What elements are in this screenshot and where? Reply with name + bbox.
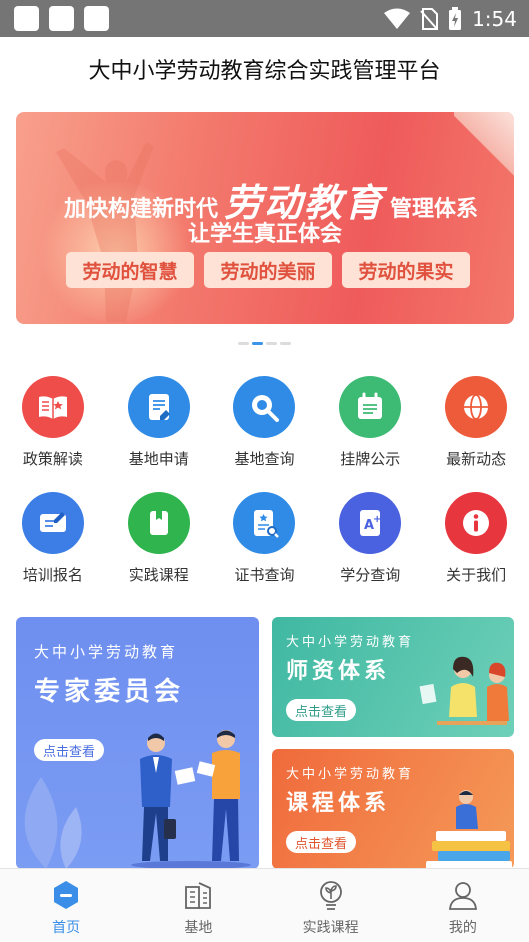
business-people-illustration — [131, 730, 251, 869]
carousel-dot[interactable] — [280, 342, 291, 345]
no-sim-icon — [420, 7, 439, 30]
grid-item-label: 实践课程 — [128, 566, 189, 584]
card-subtitle: 大中小学劳动教育 — [286, 635, 415, 650]
carousel-dot[interactable] — [266, 342, 277, 345]
nav-item-mine[interactable]: 我的 — [397, 869, 529, 942]
notice-board-icon — [339, 376, 402, 438]
home-icon — [54, 881, 79, 909]
grid-item-label: 基地查询 — [234, 450, 295, 468]
teacher-system-card[interactable]: 大中小学劳动教育 师资体系 点击查看 — [272, 617, 514, 737]
view-button[interactable]: 点击查看 — [286, 831, 357, 853]
card-title: 师资体系 — [286, 658, 391, 684]
grid-item-about[interactable]: 关于我们 — [423, 490, 529, 606]
feature-grid: 政策解读 基地申请 基地查询 挂牌公示 最新动态 培训报名 实践课程 证书查询 … — [0, 374, 529, 606]
carousel-dot-active[interactable] — [252, 342, 263, 345]
certificate-icon — [233, 492, 296, 554]
nav-item-home[interactable]: 首页 — [0, 869, 132, 942]
notification-icon — [84, 6, 109, 31]
expert-committee-card[interactable]: 大中小学劳动教育 专家委员会 点击查看 — [16, 617, 259, 869]
grid-item-label: 政策解读 — [22, 450, 83, 468]
grid-item-label: 证书查询 — [234, 566, 295, 584]
grid-item-label: 学分查询 — [340, 566, 401, 584]
course-system-card[interactable]: 大中小学劳动教育 课程体系 点击查看 — [272, 749, 514, 869]
grade-icon: A + — [339, 492, 402, 554]
card-title: 课程体系 — [286, 790, 391, 816]
document-edit-icon — [127, 376, 190, 438]
carousel-indicator — [0, 342, 529, 345]
grid-item-base-query[interactable]: 基地查询 — [212, 374, 318, 490]
carousel-dot[interactable] — [238, 342, 249, 345]
card-subtitle: 大中小学劳动教育 — [34, 643, 179, 661]
nav-item-courses[interactable]: 实践课程 — [265, 869, 397, 942]
grid-item-credits[interactable]: A + 学分查询 — [317, 490, 423, 606]
books-illustration — [426, 790, 512, 869]
grid-item-label: 最新动态 — [446, 450, 507, 468]
grid-item-course[interactable]: 实践课程 — [106, 490, 212, 606]
grid-item-policy[interactable]: 政策解读 — [0, 374, 106, 490]
grid-item-base-apply[interactable]: 基地申请 — [106, 374, 212, 490]
search-icon — [233, 376, 296, 438]
globe-icon — [445, 376, 508, 438]
status-bar: 1:54 — [0, 0, 529, 37]
banner-tag: 劳动的美丽 — [204, 252, 332, 288]
card-title: 专家委员会 — [34, 677, 185, 707]
svg-text:+: + — [373, 514, 381, 525]
grid-item-label: 培训报名 — [22, 566, 83, 584]
nav-label: 首页 — [52, 920, 81, 936]
nav-label: 基地 — [184, 920, 213, 936]
grid-item-label: 挂牌公示 — [340, 450, 401, 468]
grid-item-label: 基地申请 — [128, 450, 189, 468]
signup-icon — [21, 492, 84, 554]
page-title: 大中小学劳动教育综合实践管理平台 — [88, 58, 441, 84]
nav-label: 我的 — [448, 920, 477, 936]
banner-carousel[interactable]: 加快构建新时代 劳动教育 管理体系 让学生真正体会 劳动的智慧 劳动的美丽 劳动的果… — [16, 112, 514, 324]
feature-grid-row: 政策解读 基地申请 基地查询 挂牌公示 最新动态 — [0, 374, 529, 490]
feature-grid-row: 培训报名 实践课程 证书查询 A + 学分查询 关于我们 — [0, 490, 529, 606]
banner-tags: 劳动的智慧 劳动的美丽 劳动的果实 — [66, 252, 470, 288]
grid-item-certificate[interactable]: 证书查询 — [212, 490, 318, 606]
banner-tag: 劳动的果实 — [342, 252, 470, 288]
profile-icon — [448, 882, 477, 910]
nav-label: 实践课程 — [302, 920, 359, 936]
notification-icon — [14, 6, 39, 31]
leaf-decoration — [24, 777, 82, 869]
nav-item-base[interactable]: 基地 — [132, 869, 264, 942]
battery-charging-icon — [449, 6, 462, 30]
grid-item-label: 关于我们 — [446, 566, 507, 584]
grid-item-notice[interactable]: 挂牌公示 — [317, 374, 423, 490]
grid-item-news[interactable]: 最新动态 — [423, 374, 529, 490]
banner-subheadline: 让学生真正体会 — [187, 221, 342, 247]
view-button[interactable]: 点击查看 — [34, 739, 105, 761]
wifi-icon — [384, 8, 411, 29]
grid-item-training[interactable]: 培训报名 — [0, 490, 106, 606]
sprout-icon — [319, 881, 342, 910]
book-icon — [21, 376, 84, 438]
building-icon — [185, 882, 212, 909]
banner-tag: 劳动的智慧 — [66, 252, 194, 288]
bottom-navigation: 首页 基地 实践课程 我的 — [0, 868, 529, 942]
teacher-illustration — [419, 656, 509, 725]
view-button[interactable]: 点击查看 — [286, 699, 357, 721]
card-subtitle: 大中小学劳动教育 — [286, 767, 415, 782]
course-book-icon — [127, 492, 190, 554]
notification-icon — [49, 6, 74, 31]
info-icon — [445, 492, 508, 554]
clock: 1:54 — [472, 6, 517, 31]
